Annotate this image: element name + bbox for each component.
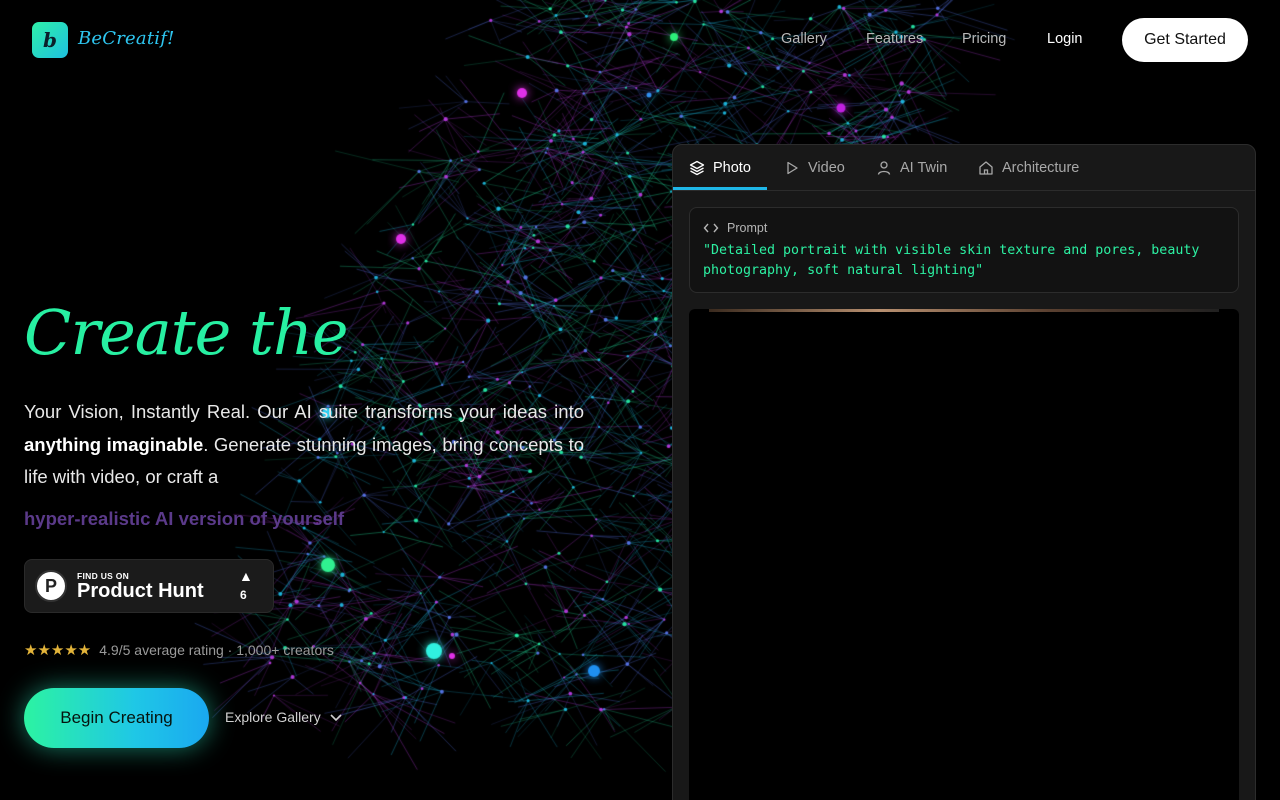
tab-ai-twin-label: AI Twin xyxy=(900,159,948,176)
prompt-text: "Detailed portrait with visible skin tex… xyxy=(703,243,1200,278)
product-hunt-icon: P xyxy=(35,570,67,602)
generator-panel: Photo Video AI Twin Architecture Prompt … xyxy=(672,144,1256,800)
layers-icon xyxy=(689,160,705,175)
generator-tabs: Photo Video AI Twin Architecture xyxy=(673,145,1255,191)
hero-description-part1: Your Vision, Instantly Real. Our AI suit… xyxy=(24,401,584,422)
nav-link-login[interactable]: Login xyxy=(1047,31,1082,47)
nav-link-gallery[interactable]: Gallery xyxy=(781,31,827,47)
hero-highlight-text: hyper-realistic AI version of yourself xyxy=(24,508,345,529)
tab-video[interactable]: Video xyxy=(784,145,845,190)
tab-architecture-label: Architecture xyxy=(1002,159,1080,176)
user-icon xyxy=(877,160,891,175)
hero-description-bold: anything imaginable xyxy=(24,433,204,455)
hero-description: Your Vision, Instantly Real. Our AI suit… xyxy=(24,396,584,494)
tab-video-label: Video xyxy=(808,159,845,176)
product-hunt-upvote-count: 6 xyxy=(240,588,247,602)
upvote-arrow-icon: ▲ xyxy=(239,568,253,584)
top-navigation: b BeCreatif! Gallery Features Pricing Lo… xyxy=(0,0,1280,80)
product-hunt-title: Product Hunt xyxy=(77,580,204,602)
hero-title: Create the xyxy=(24,296,349,369)
preview-image-edge xyxy=(709,309,1219,312)
rating-row: ★★★★★ 4.9/5 average rating · 1,000+ crea… xyxy=(24,641,334,659)
brand-logo-letter: b xyxy=(43,28,57,52)
nav-link-pricing[interactable]: Pricing xyxy=(962,31,1006,47)
active-tab-indicator xyxy=(673,187,767,190)
tab-ai-twin[interactable]: AI Twin xyxy=(876,145,947,190)
prompt-box: Prompt "Detailed portrait with visible s… xyxy=(689,207,1239,293)
rating-text: 4.9/5 average rating · 1,000+ creators xyxy=(99,642,334,658)
tab-photo-label: Photo xyxy=(713,159,751,176)
get-started-button[interactable]: Get Started xyxy=(1122,18,1248,62)
chevron-down-icon xyxy=(330,714,342,722)
prompt-label: Prompt xyxy=(727,221,768,235)
home-icon xyxy=(979,160,993,175)
code-icon xyxy=(703,223,719,233)
tab-photo[interactable]: Photo xyxy=(689,145,751,190)
explore-gallery-label: Explore Gallery xyxy=(225,709,321,725)
explore-gallery-link[interactable]: Explore Gallery xyxy=(225,709,343,725)
brand-logo-icon[interactable]: b xyxy=(32,22,68,58)
prompt-label-row: Prompt xyxy=(703,221,767,235)
nav-link-features[interactable]: Features xyxy=(866,31,923,47)
generated-image-preview xyxy=(689,309,1239,800)
play-icon xyxy=(787,161,798,174)
star-rating-icon: ★★★★★ xyxy=(24,642,92,659)
brand-name[interactable]: BeCreatif! xyxy=(78,28,175,49)
product-hunt-badge[interactable]: P FIND US ON Product Hunt ▲ 6 xyxy=(24,559,274,613)
tab-architecture[interactable]: Architecture xyxy=(978,145,1079,190)
begin-creating-button[interactable]: Begin Creating xyxy=(24,688,209,748)
